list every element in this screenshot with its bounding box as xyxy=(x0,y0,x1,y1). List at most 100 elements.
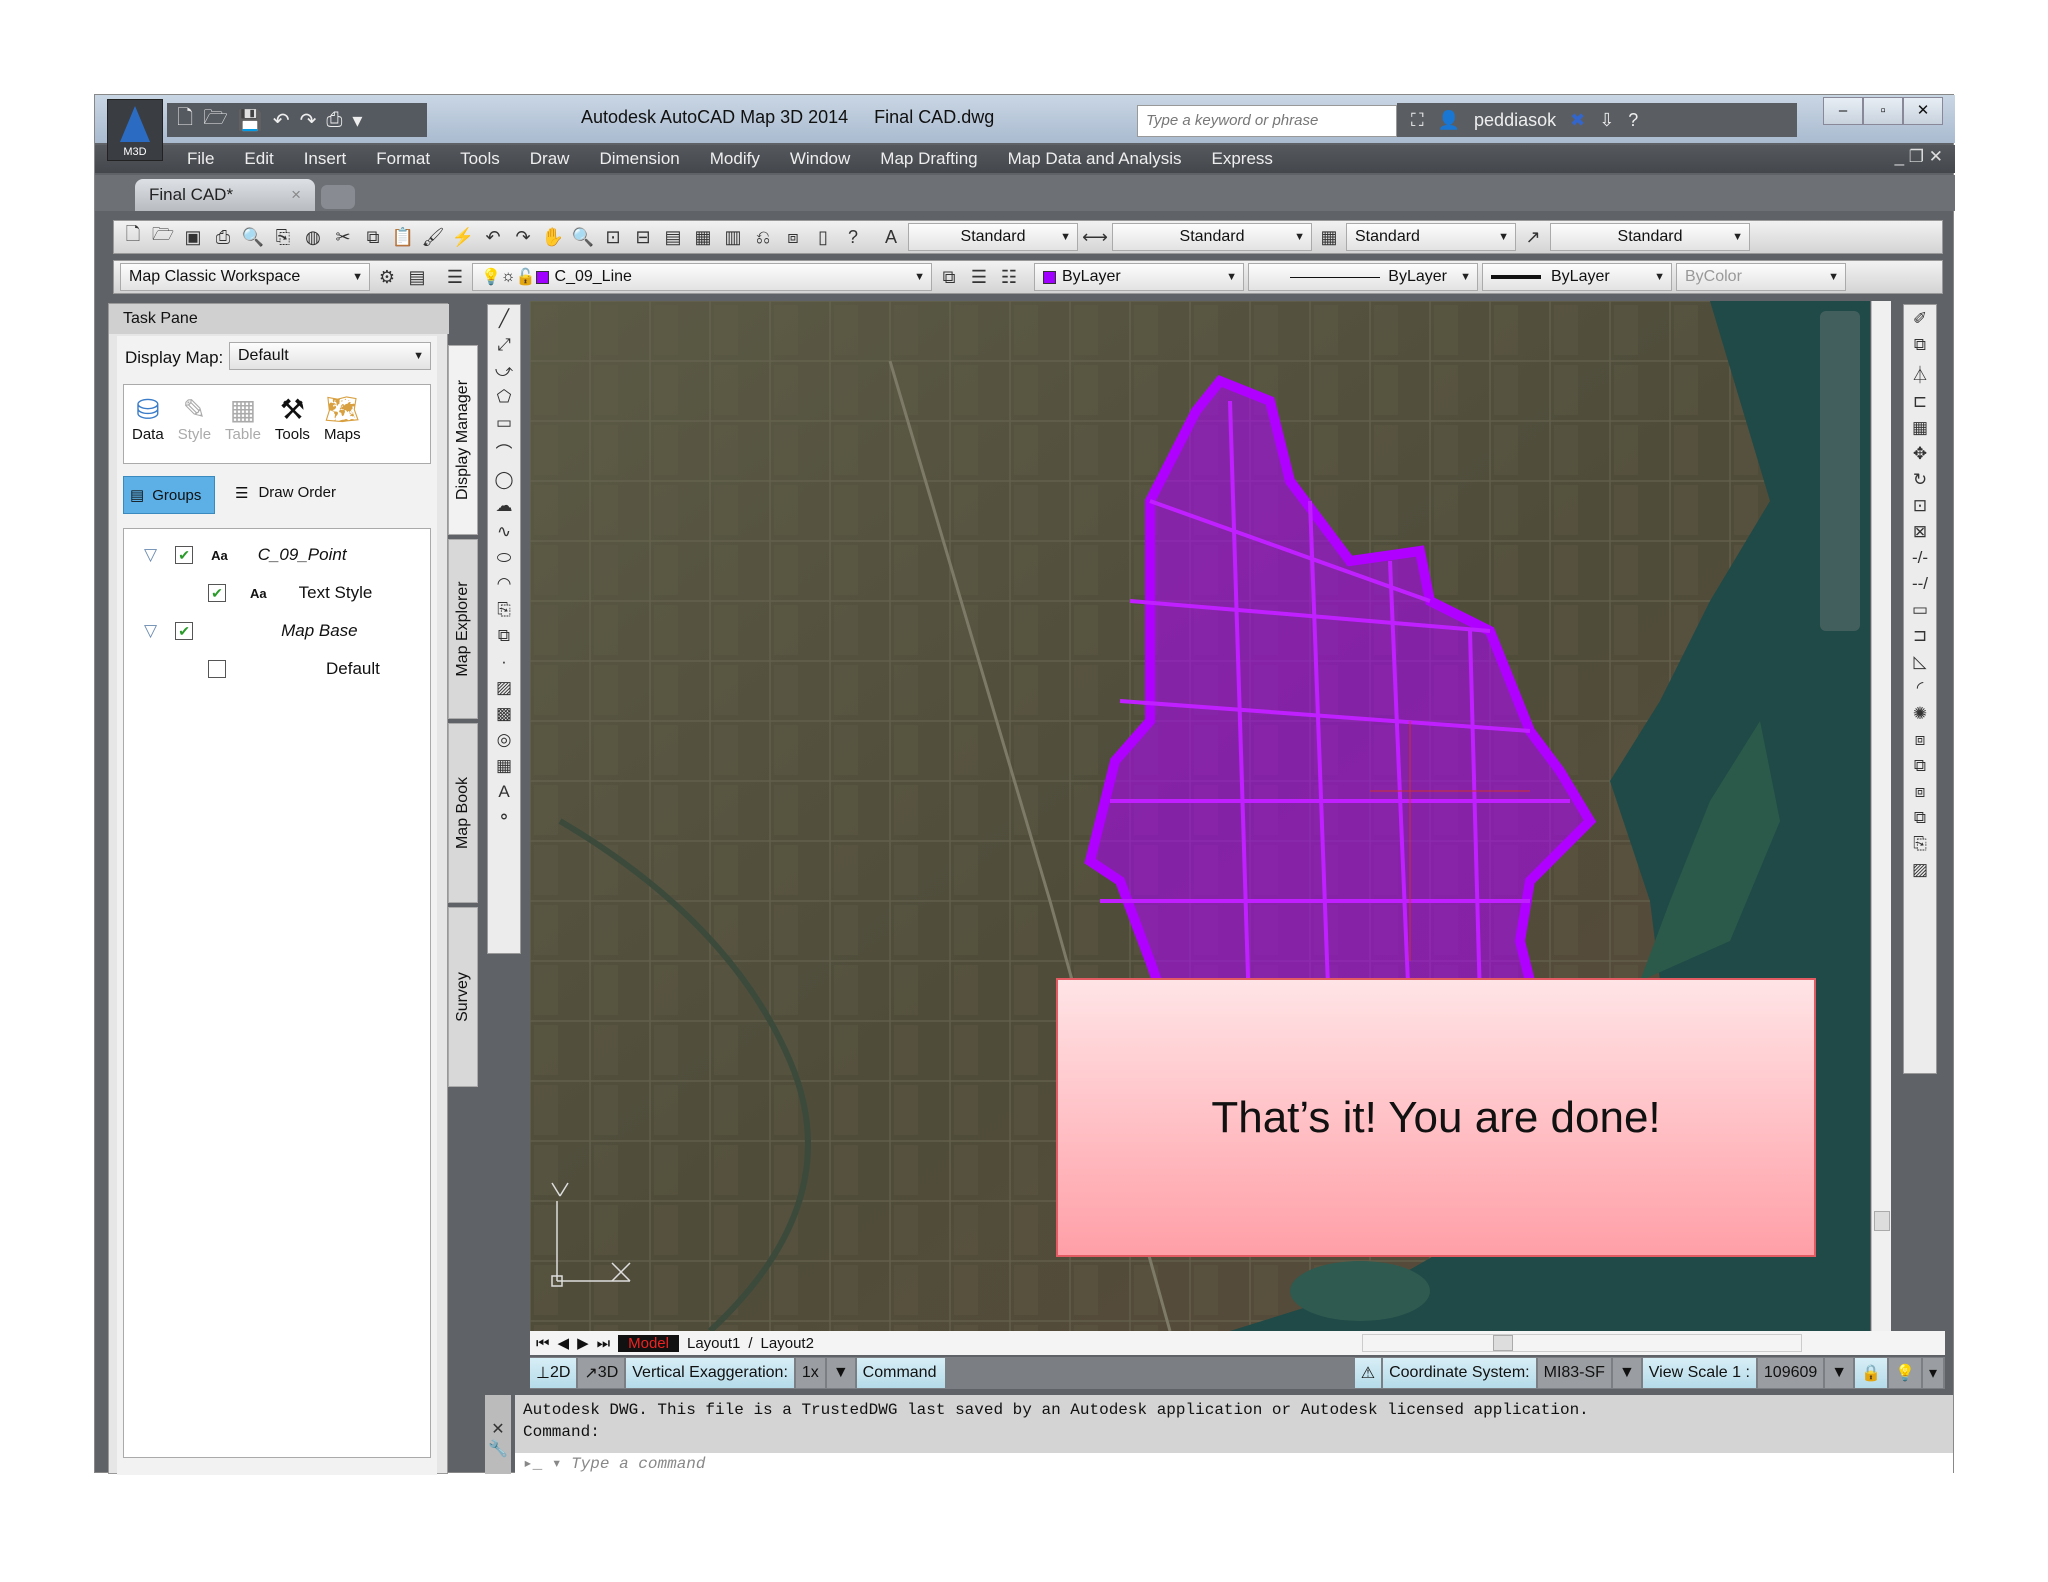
layer-properties-icon[interactable]: ▤ xyxy=(404,264,430,290)
move-icon[interactable]: ✥ xyxy=(1913,444,1927,464)
prev-tab-icon[interactable]: ◀ xyxy=(558,1334,570,1352)
view-scale-dropdown[interactable]: ▼ xyxy=(1825,1358,1854,1388)
zoom-realtime-icon[interactable]: 🔍 xyxy=(570,224,596,250)
menu-map-data-analysis[interactable]: Map Data and Analysis xyxy=(1008,149,1182,169)
join-icon[interactable]: ⊐ xyxy=(1913,626,1927,646)
style-button[interactable]: ✎ Style xyxy=(178,393,211,455)
lineweight-dropdown[interactable]: ByLayer xyxy=(1482,263,1672,291)
app-store-icon[interactable]: ⇩ xyxy=(1599,110,1614,131)
vertical-exaggeration-value[interactable]: 1x xyxy=(795,1358,825,1388)
sheet-set-icon[interactable]: ⎌ xyxy=(750,224,776,250)
table-icon[interactable]: ▦ xyxy=(496,756,512,776)
menu-insert[interactable]: Insert xyxy=(304,149,347,169)
make-block-icon[interactable]: ⧉ xyxy=(498,626,510,646)
warning-icon[interactable]: ⚠ xyxy=(1354,1358,1382,1388)
2d-button[interactable]: ⊥ 2D xyxy=(530,1358,577,1388)
erase-icon[interactable]: ✐ xyxy=(1913,309,1927,329)
publish-icon[interactable]: ⎘ xyxy=(270,224,296,250)
multileader-style-dropdown[interactable]: Standard xyxy=(1550,223,1750,251)
minimize-button[interactable]: – xyxy=(1823,97,1863,125)
view-scale-value[interactable]: 109609 xyxy=(1757,1358,1824,1388)
point-icon[interactable]: · xyxy=(501,652,507,672)
new-tab-button[interactable] xyxy=(321,185,355,209)
undo-icon[interactable]: ↶ xyxy=(273,108,290,133)
pan-icon[interactable]: ✋ xyxy=(540,224,566,250)
calculator-icon[interactable]: ▯ xyxy=(810,224,836,250)
revcloud-icon[interactable]: ☁ xyxy=(496,496,513,516)
status-menu-icon[interactable]: ▾ xyxy=(1922,1358,1943,1388)
redo-icon[interactable]: ↷ xyxy=(300,108,317,133)
exchange-icon[interactable]: ✖ xyxy=(1570,110,1585,131)
binoculars-icon[interactable]: ⛶ xyxy=(1411,110,1424,131)
properties-icon[interactable]: ▤ xyxy=(660,224,686,250)
hatch-icon[interactable]: ▨ xyxy=(496,678,512,698)
tab-map-book[interactable]: Map Book xyxy=(448,723,478,903)
gradient-icon[interactable]: ▩ xyxy=(496,704,512,724)
navigation-bar[interactable] xyxy=(1820,311,1860,631)
rotate-icon[interactable]: ↻ xyxy=(1913,470,1927,490)
arc-icon[interactable]: ⌒ xyxy=(496,439,513,464)
scale-icon[interactable]: ⊡ xyxy=(1913,496,1927,516)
task-pane-title[interactable]: Task Pane xyxy=(109,304,449,334)
copy-icon[interactable]: ⧉ xyxy=(1914,335,1926,355)
vertical-exaggeration-dropdown[interactable]: ▼ xyxy=(826,1358,855,1388)
user-name[interactable]: peddiasok xyxy=(1474,110,1556,131)
expand-icon[interactable]: ▽ xyxy=(144,621,157,641)
tab-map-explorer[interactable]: Map Explorer xyxy=(448,539,478,719)
tab-layout1[interactable]: Layout1 xyxy=(687,1335,740,1352)
redo-icon[interactable]: ↷ xyxy=(510,224,536,250)
ellipse-arc-icon[interactable]: ◠ xyxy=(497,574,512,594)
close-icon[interactable]: ✕ xyxy=(485,1419,511,1439)
menu-window[interactable]: Window xyxy=(790,149,850,169)
vertical-scrollbar[interactable] xyxy=(1871,301,1891,1331)
tree-item[interactable]: ▽ ✔ Aa C_09_Point xyxy=(144,545,347,565)
command-input[interactable]: ▸_ ▾ Type a command xyxy=(515,1453,1953,1474)
text-front-icon[interactable]: ⎘ xyxy=(1913,834,1927,854)
draworder-above-icon[interactable]: ⧈ xyxy=(1915,782,1926,802)
checkbox-c09-point[interactable]: ✔ xyxy=(175,546,194,564)
paste-icon[interactable]: 📋 xyxy=(390,224,416,250)
mtext-icon[interactable]: A xyxy=(498,782,509,802)
menu-tools[interactable]: Tools xyxy=(460,149,500,169)
workspace-settings-icon[interactable]: ⚙ xyxy=(374,264,400,290)
tree-item[interactable]: ✔ Aa Text Style xyxy=(208,583,372,603)
chamfer-icon[interactable]: ◺ xyxy=(1913,652,1926,672)
menu-format[interactable]: Format xyxy=(376,149,430,169)
dimension-style-icon[interactable]: ⟷ xyxy=(1082,224,1108,250)
mirror-icon[interactable]: ⏃ xyxy=(1912,361,1929,386)
polyline-icon[interactable]: ⤻ xyxy=(495,361,513,381)
open-icon[interactable]: 🗁 xyxy=(150,224,176,250)
plot-icon[interactable]: ⎙ xyxy=(210,224,236,250)
display-map-dropdown[interactable]: Default xyxy=(229,342,431,370)
dimension-style-dropdown[interactable]: Standard xyxy=(1112,223,1312,251)
application-menu-button[interactable]: M3D xyxy=(107,99,163,161)
new-icon[interactable]: 🗋 xyxy=(120,224,146,250)
draworder-under-icon[interactable]: ⧉ xyxy=(1914,808,1926,828)
layer-manager-icon[interactable]: ☰ xyxy=(442,264,468,290)
rectangle-icon[interactable]: ▭ xyxy=(496,413,512,433)
plotstyle-dropdown[interactable]: ByColor xyxy=(1676,263,1846,291)
region-icon[interactable]: ◎ xyxy=(497,730,512,750)
command-line-handle[interactable]: ✕ 🔧 xyxy=(485,1395,511,1474)
draworder-back-icon[interactable]: ⧉ xyxy=(1914,756,1926,776)
tool-palettes-icon[interactable]: ▥ xyxy=(720,224,746,250)
match-properties-icon[interactable]: 🖌 xyxy=(420,224,446,250)
menu-file[interactable]: File xyxy=(187,149,214,169)
menu-dimension[interactable]: Dimension xyxy=(599,149,679,169)
tab-model[interactable]: Model xyxy=(618,1334,679,1352)
menu-draw[interactable]: Draw xyxy=(530,149,570,169)
checkbox-text-style[interactable]: ✔ xyxy=(208,584,226,602)
tools-button[interactable]: ⚒ Tools xyxy=(275,393,310,455)
tree-item[interactable]: Default xyxy=(208,659,380,679)
coordinate-system-dropdown[interactable]: ▼ xyxy=(1612,1358,1641,1388)
close-button[interactable]: ✕ xyxy=(1903,97,1943,125)
preview-icon[interactable]: 🔍 xyxy=(240,224,266,250)
lock-icon[interactable]: 🔒 xyxy=(1855,1358,1888,1388)
multileader-style-icon[interactable]: ↗ xyxy=(1520,224,1546,250)
draw-order-button[interactable]: ☰ Draw Order xyxy=(235,484,336,502)
tab-final-cad[interactable]: Final CAD* × xyxy=(135,179,315,211)
layer-states-icon[interactable]: ☷ xyxy=(996,264,1022,290)
checkbox-default[interactable] xyxy=(208,660,226,678)
insert-block-icon[interactable]: ⎘ xyxy=(497,600,511,620)
maximize-button[interactable]: ▫ xyxy=(1863,97,1903,125)
